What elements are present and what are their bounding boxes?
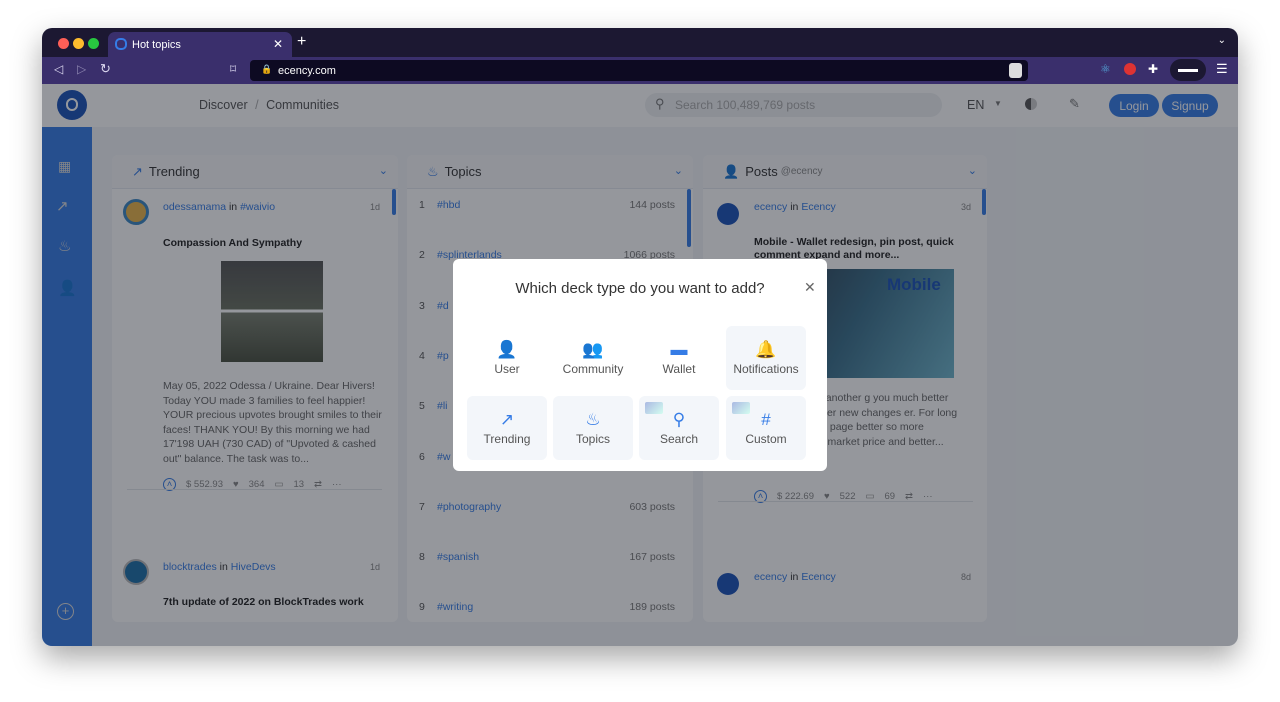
reload-icon[interactable]: ↻ xyxy=(100,61,111,77)
close-window-button[interactable] xyxy=(58,38,69,49)
deck-option-label: Community xyxy=(562,362,624,376)
add-deck-modal: Which deck type do you want to add? ✕ 👤 U… xyxy=(453,259,827,471)
close-icon[interactable]: ✕ xyxy=(804,279,816,296)
deck-option-label: Topics xyxy=(575,432,610,446)
profile-glasses-icon[interactable]: ▬▬ xyxy=(1170,59,1206,81)
deck-option-label: Wallet xyxy=(662,362,696,376)
combo-badge-icon xyxy=(645,402,663,414)
deck-option-label: Custom xyxy=(745,432,787,446)
maximize-window-button[interactable] xyxy=(88,38,99,49)
deck-option-notifications[interactable]: 🔔 Notifications xyxy=(726,326,806,390)
deck-option-topics[interactable]: ♨ Topics xyxy=(553,396,633,460)
browser-tab[interactable]: Hot topics ✕ xyxy=(108,32,292,57)
close-tab-icon[interactable]: ✕ xyxy=(273,37,283,51)
bell-icon: 🔔 xyxy=(755,340,777,359)
bookmark-icon[interactable]: ⌑ xyxy=(230,62,236,76)
combo-badge-icon xyxy=(732,402,750,414)
tab-list-chevron-icon[interactable]: ⌄ xyxy=(1218,35,1226,46)
lock-icon: 🔒 xyxy=(261,64,273,74)
minimize-window-button[interactable] xyxy=(73,38,84,49)
ecency-page: Discover / Communities ⚲ Search 100,489,… xyxy=(42,84,1238,646)
modal-title: Which deck type do you want to add? xyxy=(515,280,765,297)
trending-icon: ↗ xyxy=(499,410,515,429)
tab-title: Hot topics xyxy=(132,38,181,51)
fire-icon: ♨ xyxy=(585,410,601,429)
ecency-favicon-icon xyxy=(115,38,127,50)
deck-option-label: Trending xyxy=(483,432,531,446)
address-bar[interactable]: 🔒 ecency.com xyxy=(250,60,1028,81)
user-icon: 👤 xyxy=(496,340,518,359)
deck-option-trending[interactable]: ↗ Trending xyxy=(467,396,547,460)
url-text: ecency.com xyxy=(278,64,336,77)
browser-toolbar: ◁ ▷ ↻ ⌑ 🔒 ecency.com ⚛ ✚ ▬▬ ☰ xyxy=(42,57,1238,84)
wallet-icon: ▬ xyxy=(670,340,688,359)
react-extension-icon[interactable]: ⚛ xyxy=(1100,62,1111,76)
new-tab-icon[interactable]: + xyxy=(297,33,306,51)
extensions-puzzle-icon[interactable]: ✚ xyxy=(1148,62,1158,76)
deck-option-label: Notifications xyxy=(733,362,799,376)
community-icon: 👥 xyxy=(582,340,604,359)
deck-option-label: User xyxy=(494,362,520,376)
deck-option-custom[interactable]: # Custom xyxy=(726,396,806,460)
brave-shield-icon[interactable] xyxy=(1009,63,1022,78)
deck-option-user[interactable]: 👤 User xyxy=(467,326,547,390)
forward-icon[interactable]: ▷ xyxy=(77,62,86,76)
back-icon[interactable]: ◁ xyxy=(54,62,63,76)
deck-option-search[interactable]: ⚲ Search xyxy=(639,396,719,460)
title-bar: Hot topics ✕ + ⌄ xyxy=(42,28,1238,57)
deck-option-label: Search xyxy=(659,432,699,446)
deck-option-community[interactable]: 👥 Community xyxy=(553,326,633,390)
deck-option-wallet[interactable]: ▬ Wallet xyxy=(639,326,719,390)
browser-window: Hot topics ✕ + ⌄ ◁ ▷ ↻ ⌑ 🔒 ecency.com ⚛ … xyxy=(42,28,1238,646)
menu-icon[interactable]: ☰ xyxy=(1216,61,1228,77)
key-extension-icon[interactable] xyxy=(1124,63,1136,75)
